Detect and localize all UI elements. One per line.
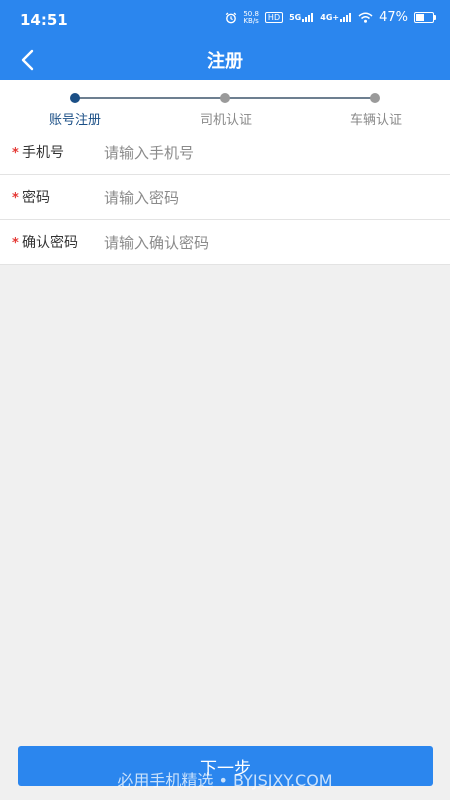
required-mark: * — [12, 191, 19, 206]
step-connector — [75, 97, 225, 99]
step-label-driver: 司机认证 — [199, 113, 253, 128]
password-input[interactable] — [102, 183, 438, 213]
status-icons: 50.8 KB/s HD 5G 4G+ 47% — [225, 9, 436, 25]
battery-percent: 47% — [379, 10, 408, 25]
confirm-password-input[interactable] — [102, 228, 438, 258]
signal-icon-2 — [340, 13, 352, 22]
step-label-vehicle: 车辆认证 — [349, 113, 403, 128]
phone-label: 手机号 — [22, 145, 64, 161]
required-mark: * — [12, 146, 19, 161]
registration-stepper: 账号注册 司机认证 车辆认证 — [0, 80, 450, 130]
battery-icon — [414, 12, 436, 23]
status-time: 14:51 — [20, 11, 68, 29]
confirm-password-label: 确认密码 — [22, 235, 78, 251]
step-label-account: 账号注册 — [48, 113, 102, 128]
wifi-icon — [358, 12, 373, 23]
step-dot-account — [70, 93, 80, 103]
status-bar: 14:51 50.8 KB/s HD 5G 4G+ 47% — [0, 0, 450, 40]
hd-badge: HD — [264, 12, 284, 23]
alarm-icon — [226, 12, 237, 23]
title-bar: 注册 — [0, 40, 450, 80]
app-header: 14:51 50.8 KB/s HD 5G 4G+ 47% 注册 — [0, 0, 450, 80]
confirm-password-row: * 确认密码 — [0, 220, 450, 265]
password-row: * 密码 — [0, 175, 450, 220]
signal-4g: 4G+ — [320, 13, 352, 22]
required-mark: * — [12, 236, 19, 251]
phone-row: * 手机号 — [0, 130, 450, 175]
page-title: 注册 — [207, 51, 243, 72]
step-dot-driver — [220, 93, 230, 103]
signal-5g: 5G — [289, 13, 314, 22]
step-connector — [225, 97, 375, 99]
registration-form: * 手机号 * 密码 * 确认密码 — [0, 130, 450, 265]
phone-input[interactable] — [102, 138, 438, 168]
signal-icon — [302, 13, 314, 22]
net-speed: 50.8 KB/s — [243, 9, 259, 25]
step-dot-vehicle — [370, 93, 380, 103]
watermark: 必用手机精选 • BYJSJXY.COM — [117, 771, 333, 790]
password-label: 密码 — [22, 190, 50, 206]
